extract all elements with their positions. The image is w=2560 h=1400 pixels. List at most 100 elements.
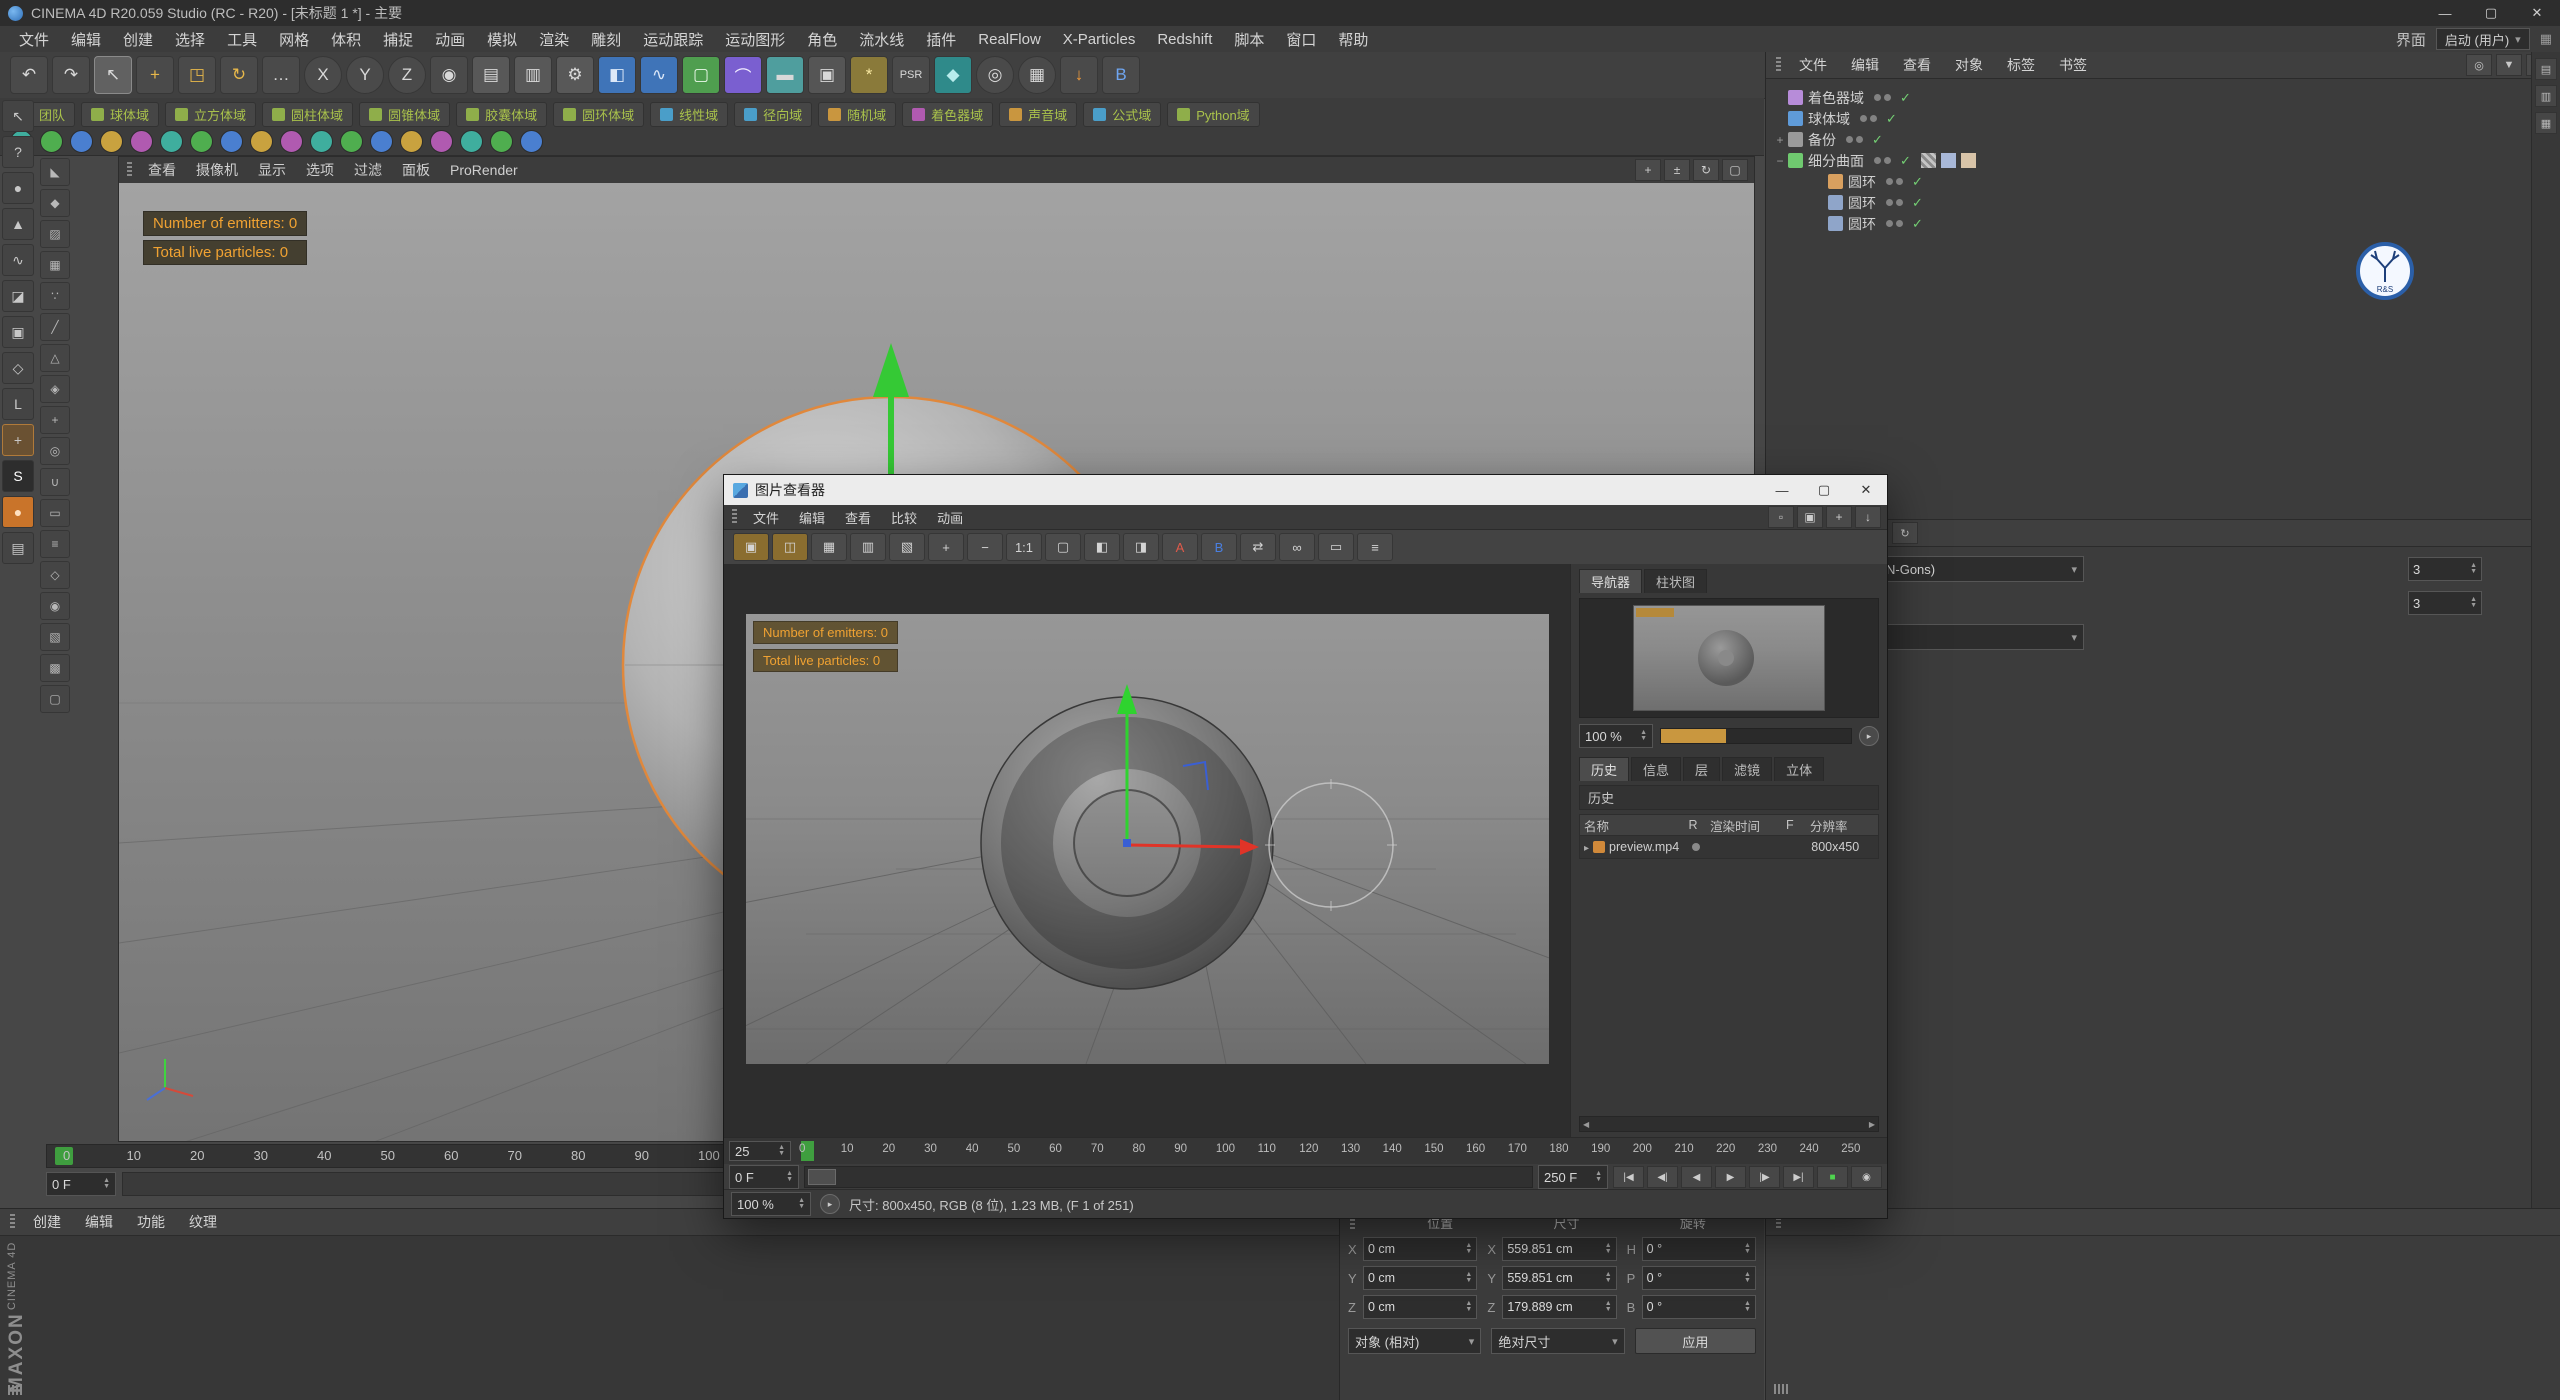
stepper-icon[interactable]: [786, 1171, 793, 1183]
field-chip[interactable]: 公式域: [1083, 102, 1161, 127]
field-chip[interactable]: 立方体域: [165, 102, 256, 127]
stepper-icon[interactable]: [778, 1145, 785, 1157]
menu-item[interactable]: 编辑: [60, 29, 112, 50]
scroll-right-icon[interactable]: ▶: [1869, 1120, 1875, 1129]
render-view-icon[interactable]: ▤: [472, 56, 510, 94]
clone-tool-icon[interactable]: ◪: [2, 280, 34, 312]
goto-start-button[interactable]: |◀: [1613, 1166, 1644, 1188]
render-picture-viewer-icon[interactable]: ▥: [514, 56, 552, 94]
pv-menu-item[interactable]: 查看: [835, 508, 881, 527]
rotation-p-field[interactable]: 0 °: [1642, 1266, 1756, 1290]
field-chip[interactable]: 圆锥体域: [359, 102, 450, 127]
render-view-area[interactable]: Number of emitters: 0Total live particle…: [724, 564, 1570, 1138]
vp-zoom-icon[interactable]: ±: [1664, 159, 1690, 181]
scale-tool-icon[interactable]: ◳: [178, 56, 216, 94]
menu-item[interactable]: RealFlow: [967, 31, 1052, 48]
polygons-mode-icon[interactable]: △: [40, 344, 70, 372]
stepper-icon[interactable]: [1605, 1272, 1612, 1284]
ruler-icon[interactable]: L: [2, 388, 34, 420]
object-manager-menu-item[interactable]: 标签: [1995, 55, 2047, 75]
snap-icon[interactable]: ∪: [40, 468, 70, 496]
move-tool-icon[interactable]: +: [136, 56, 174, 94]
history-column-header[interactable]: 分辨率: [1806, 816, 1878, 835]
panel-grip-icon[interactable]: [10, 1214, 15, 1230]
enabled-check-icon[interactable]: [1912, 215, 1923, 232]
spline-pen-icon[interactable]: ∿: [640, 56, 678, 94]
daemon-icon[interactable]: [370, 130, 393, 153]
expand-icon[interactable]: +: [1772, 133, 1788, 147]
menu-item[interactable]: 工具: [216, 29, 268, 50]
menu-item[interactable]: 体积: [320, 29, 372, 50]
primitive-cube-icon[interactable]: ◧: [598, 56, 636, 94]
history-row[interactable]: preview.mp4 800x450: [1579, 836, 1879, 859]
history-column-header[interactable]: F: [1782, 818, 1806, 832]
weights-icon[interactable]: ▧: [40, 623, 70, 651]
viewport-menu-item[interactable]: 选项: [296, 160, 344, 180]
object-row[interactable]: 着色器域: [1772, 87, 2556, 108]
y-axis-icon[interactable]: Y: [346, 56, 384, 94]
pv-minimize-button[interactable]: —: [1761, 475, 1803, 505]
strip-tab-icon-2[interactable]: ▥: [2535, 85, 2557, 107]
daemon-icon[interactable]: [40, 130, 63, 153]
record-button[interactable]: ■: [1817, 1166, 1848, 1188]
info-tab[interactable]: 立体: [1774, 757, 1824, 781]
pv-close-button[interactable]: ✕: [1845, 475, 1887, 505]
picture-viewer-titlebar[interactable]: 图片查看器 — ▢ ✕: [724, 475, 1887, 505]
field-chip[interactable]: 径向域: [734, 102, 812, 127]
field-chip[interactable]: 随机域: [818, 102, 896, 127]
visibility-dots-icon[interactable]: [1886, 220, 1906, 228]
visibility-dots-icon[interactable]: [1874, 94, 1894, 102]
object-manager-menu-item[interactable]: 文件: [1787, 55, 1839, 75]
stepper-icon[interactable]: [1465, 1272, 1472, 1284]
last-tool-icon[interactable]: …: [262, 56, 300, 94]
menu-item[interactable]: 插件: [915, 29, 967, 50]
image-manager-icon[interactable]: ▦: [811, 533, 847, 561]
daemon-icon[interactable]: [70, 130, 93, 153]
stepper-icon[interactable]: [1605, 1243, 1612, 1255]
texture-tags-icon[interactable]: [1921, 153, 1936, 168]
materials-menu-item[interactable]: 纹理: [177, 1212, 229, 1232]
object-label[interactable]: 备份: [1808, 130, 1836, 150]
enabled-check-icon[interactable]: [1912, 194, 1923, 211]
menu-item[interactable]: 渲染: [528, 29, 580, 50]
info-tab[interactable]: 层: [1683, 757, 1720, 781]
maximize-button[interactable]: ▢: [2468, 0, 2514, 26]
compare-horizontal-icon[interactable]: ◧: [1084, 533, 1120, 561]
play-button[interactable]: ▶: [1715, 1166, 1746, 1188]
open-image-icon[interactable]: ▣: [733, 533, 769, 561]
navigator-tab[interactable]: 柱状图: [1644, 569, 1707, 593]
zoom-slider[interactable]: [1660, 728, 1852, 744]
fps-field[interactable]: 25: [729, 1141, 791, 1161]
realflow-import-icon[interactable]: ↓: [1060, 56, 1098, 94]
window-titlebar[interactable]: CINEMA 4D R20.059 Studio (RC - R20) - [未…: [0, 0, 2560, 26]
sphere-brush-icon[interactable]: ●: [2, 496, 34, 528]
sky-icon[interactable]: ◆: [934, 56, 972, 94]
symmetry-icon[interactable]: ◉: [40, 592, 70, 620]
histogram-icon[interactable]: ▥: [850, 533, 886, 561]
daemon-icon[interactable]: [430, 130, 453, 153]
stepper-icon[interactable]: [798, 1198, 805, 1210]
object-label[interactable]: 圆环: [1848, 193, 1876, 213]
workplane-lock-icon[interactable]: ▭: [40, 499, 70, 527]
object-label[interactable]: 圆环: [1848, 172, 1876, 192]
stepper-icon[interactable]: [2470, 563, 2477, 575]
daemon-icon[interactable]: [250, 130, 273, 153]
layout-select[interactable]: 启动 (用户) ▾: [2436, 28, 2530, 50]
redo-icon[interactable]: ↷: [52, 56, 90, 94]
menu-item[interactable]: 窗口: [1275, 29, 1327, 50]
undo-icon[interactable]: ↶: [10, 56, 48, 94]
field-chip[interactable]: 圆柱体域: [262, 102, 353, 127]
field-chip[interactable]: 球体域: [81, 102, 159, 127]
strip-tab-icon-1[interactable]: ▤: [2535, 58, 2557, 80]
object-label[interactable]: 球体域: [1808, 109, 1850, 129]
minimize-button[interactable]: —: [2422, 0, 2468, 26]
expand-icon[interactable]: −: [1772, 154, 1788, 168]
rotation-h-field[interactable]: 0 °: [1642, 1237, 1756, 1261]
stepper-icon[interactable]: [2470, 597, 2477, 609]
menu-item[interactable]: 模拟: [476, 29, 528, 50]
curve-tool-icon[interactable]: ∿: [2, 244, 34, 276]
size-z-field[interactable]: 179.889 cm: [1502, 1295, 1616, 1319]
daemon-icon[interactable]: [490, 130, 513, 153]
rotate-tool-icon[interactable]: ↻: [220, 56, 258, 94]
menu-item[interactable]: 流水线: [848, 29, 915, 50]
